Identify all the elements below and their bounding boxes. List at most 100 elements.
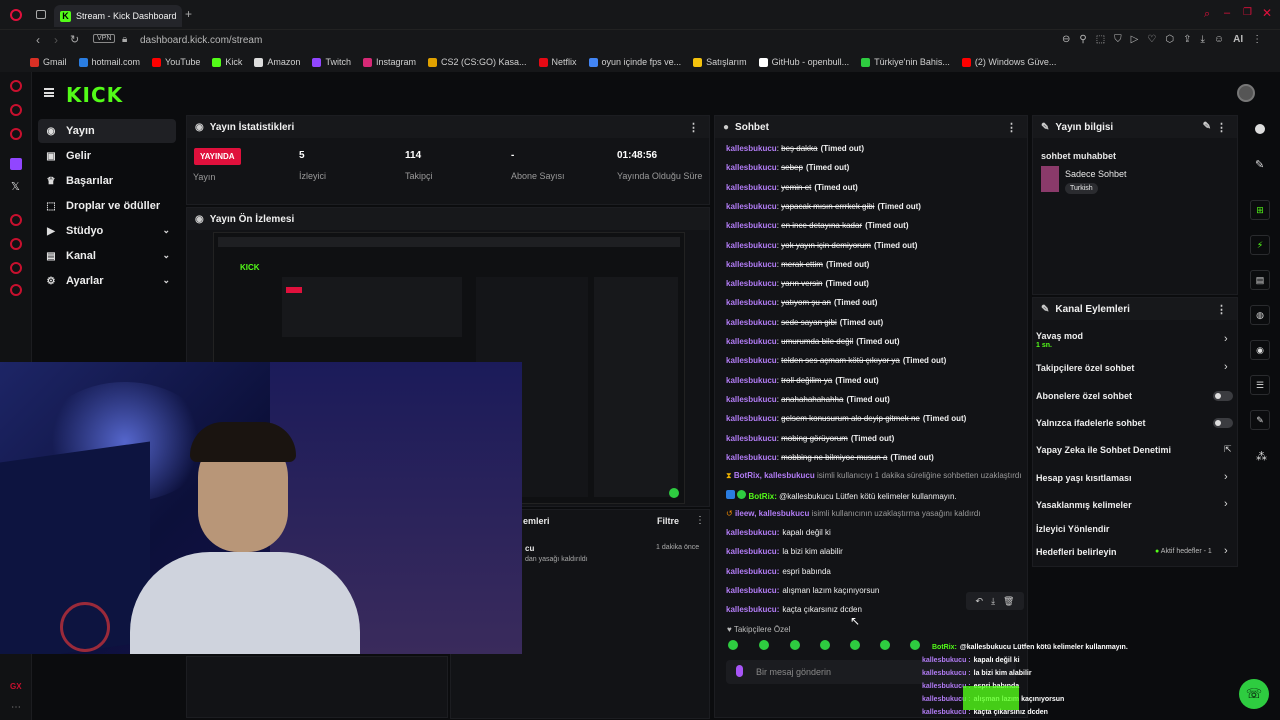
account-age-chevron-icon[interactable]: › <box>1224 471 1228 483</box>
chat-message[interactable]: kallesbukucu: espri babında <box>726 567 831 576</box>
more-icon[interactable]: ⋯ <box>11 702 21 713</box>
sidebar-item-4[interactable]: ⬚ Droplar ve ödüller <box>38 194 176 218</box>
emote-icon[interactable] <box>910 640 920 650</box>
chat-username[interactable]: kallesbukucu <box>726 356 777 365</box>
chat-username[interactable]: kallesbukucu <box>726 260 777 269</box>
tool-broadcast-icon[interactable]: ◉ <box>1250 340 1270 360</box>
url-field[interactable]: dashboard.kick.com/stream <box>140 35 262 46</box>
chat-message[interactable]: kallesbukucu: yok yayın için demiyorum (T… <box>726 241 917 250</box>
info-icon[interactable] <box>1255 124 1265 134</box>
emote-icon[interactable] <box>820 640 830 650</box>
profile-icon[interactable]: ☺ <box>1214 34 1224 45</box>
sidebar-item-1[interactable]: ◉ Yayın <box>38 119 176 143</box>
music-icon[interactable] <box>10 128 22 140</box>
back-icon[interactable]: ‹ <box>36 33 40 47</box>
chat-message[interactable]: kallesbukucu: alışman lazım kaçınıyorsun <box>726 586 879 595</box>
bookmark-item[interactable]: Instagram <box>362 57 416 67</box>
sidebar-item-7[interactable]: ⚙ Ayarlar ⌄ <box>38 269 176 293</box>
player-icon[interactable] <box>10 214 22 226</box>
extensions-sidebar-icon[interactable] <box>10 262 22 274</box>
emote-icon[interactable] <box>790 640 800 650</box>
chat-message[interactable]: kallesbukucu: yatıyom şu an (Timed out) <box>726 298 877 307</box>
tool-apps-icon[interactable]: ⁂ <box>1256 450 1267 463</box>
followers-chat-chevron-icon[interactable]: › <box>1224 361 1228 373</box>
messenger-icon[interactable] <box>10 104 22 116</box>
sidebar-item-2[interactable]: ▣ Gelir <box>38 144 176 168</box>
chat-username[interactable]: kallesbukucu <box>726 453 777 462</box>
bookmark-item[interactable]: hotmail.com <box>78 57 140 67</box>
followers-chat-label[interactable]: Takipçilere özel sohbet <box>1036 363 1134 373</box>
emote-icon[interactable] <box>759 640 769 650</box>
chat-username[interactable]: kallesbukucu <box>726 183 777 192</box>
chat-username[interactable]: kallesbukucu <box>726 241 777 250</box>
goals-label[interactable]: Hedefleri belirleyin <box>1036 547 1117 557</box>
tool-chat-icon[interactable]: ◍ <box>1250 305 1270 325</box>
tool-layout-icon[interactable]: ⊞ <box>1250 200 1270 220</box>
extensions-icon[interactable]: ⬡ <box>1165 34 1174 45</box>
reload-icon[interactable]: ↻ <box>70 33 79 46</box>
filter-button[interactable]: Filtre <box>657 516 679 526</box>
chat-username[interactable]: kallesbukucu <box>726 163 777 172</box>
chat-menu-icon[interactable]: ⋮ <box>1006 121 1017 134</box>
chat-username[interactable]: kallesbukucu <box>726 318 777 327</box>
share-icon[interactable]: ⇪ <box>1183 34 1191 45</box>
settings-sidebar-icon[interactable] <box>10 284 22 296</box>
slow-mode-chevron-icon[interactable]: › <box>1224 333 1228 345</box>
mic-icon[interactable] <box>736 665 743 677</box>
chat-username[interactable]: kallesbukucu <box>726 434 777 443</box>
menu-icon[interactable]: ⋮ <box>1252 34 1262 45</box>
bookmark-item[interactable]: GitHub - openbull... <box>758 57 849 67</box>
x-icon[interactable]: 𝕏 <box>11 180 20 193</box>
close-window-icon[interactable]: ✕ <box>1262 6 1272 20</box>
bookmark-item[interactable]: Netflix <box>538 57 577 67</box>
search-tabs-icon[interactable]: ⌕ <box>1204 8 1210 21</box>
pin-message-icon[interactable]: ⤓ <box>991 596 995 607</box>
bookmark-item[interactable]: Amazon <box>254 57 300 67</box>
delete-icon[interactable]: 🗑︎ <box>1003 596 1014 607</box>
ai-button[interactable]: AI <box>1233 34 1243 45</box>
chat-message[interactable]: kallesbukucu: sebep (Timed out) <box>726 163 849 172</box>
chat-message[interactable]: kallesbukucu: umurumda bile değil (Timed … <box>726 337 900 346</box>
chat-username[interactable]: kallesbukucu: <box>726 567 779 576</box>
chat-message[interactable]: kallesbukucu: anahahahahahha (Timed out) <box>726 395 890 404</box>
tool-list-icon[interactable]: ☰ <box>1250 375 1270 395</box>
zoom-icon[interactable]: ⊖ <box>1062 34 1070 45</box>
stats-menu-icon[interactable]: ⋮ <box>688 121 699 134</box>
chat-message[interactable]: kallesbukucu: gelsem konusurum alo deyip… <box>726 414 966 423</box>
bookmark-item[interactable]: YouTube <box>152 57 200 67</box>
chat-username[interactable]: kallesbukucu <box>726 376 777 385</box>
minimize-icon[interactable]: – <box>1224 7 1230 19</box>
logs-menu-icon[interactable]: ⋮ <box>695 515 705 526</box>
pin-icon[interactable]: ⚲ <box>1079 34 1086 45</box>
vpn-badge[interactable]: VPN <box>93 34 116 43</box>
maximize-icon[interactable]: ❐ <box>1243 7 1252 18</box>
emote-icon[interactable] <box>880 640 890 650</box>
shield-icon[interactable]: ⛉ <box>1114 34 1122 45</box>
chat-username[interactable]: kallesbukucu: <box>726 547 779 556</box>
tool-wrench-icon[interactable]: ✎ <box>1250 410 1270 430</box>
chat-message[interactable]: kallesbukucu: mobbing ne bilmiyoe musun … <box>726 453 934 462</box>
chat-username[interactable]: kallesbukucu <box>726 144 777 153</box>
chat-message[interactable]: kallesbukucu: kaçta çıkarsınız dcden <box>726 605 862 614</box>
bookmark-item[interactable]: Türkiye'nin Bahis... <box>861 57 950 67</box>
sidebar-item-5[interactable]: ▶ Stüdyo ⌄ <box>38 219 176 243</box>
bookmark-item[interactable]: Gmail <box>30 57 67 67</box>
tab-menu-icon[interactable] <box>36 10 46 19</box>
chevron-down-icon[interactable]: ⌄ <box>162 275 170 286</box>
chat-username[interactable]: kallesbukucu <box>726 279 777 288</box>
support-fab-button[interactable]: ☏ <box>1239 679 1269 709</box>
banned-words-label[interactable]: Yasaklanmış kelimeler <box>1036 500 1132 510</box>
emote-icon[interactable] <box>850 640 860 650</box>
banned-words-chevron-icon[interactable]: › <box>1224 498 1228 510</box>
emote-icon[interactable] <box>728 640 738 650</box>
bookmark-item[interactable]: Kick <box>212 57 242 67</box>
chat-username[interactable]: kallesbukucu <box>726 298 777 307</box>
bookmark-item[interactable]: CS2 (CS:GO) Kasa... <box>428 57 527 67</box>
emote-chat-toggle[interactable] <box>1213 418 1233 428</box>
viewer-redirect-label[interactable]: İzleyici Yönlendir <box>1036 524 1109 534</box>
chat-username[interactable]: kallesbukucu <box>726 202 777 211</box>
opera-logo-icon[interactable] <box>10 9 22 21</box>
external-link-icon[interactable]: ⇱ <box>1224 444 1232 455</box>
chat-message[interactable]: kallesbukucu: yapacak mısın errrkek gibi… <box>726 202 921 211</box>
chat-username[interactable]: kallesbukucu <box>726 414 777 423</box>
